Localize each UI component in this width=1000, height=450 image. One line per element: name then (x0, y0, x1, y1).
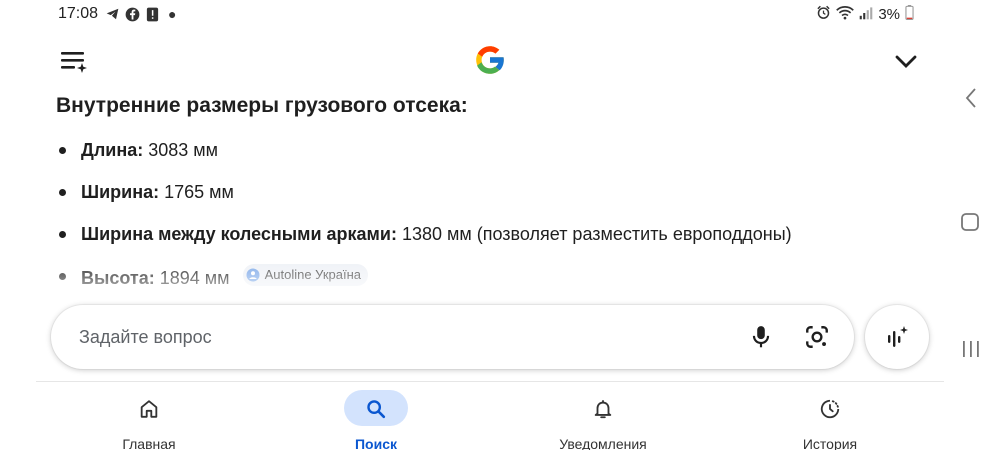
status-time: 17:08 (58, 5, 99, 22)
status-bar: 17:08 ● 3% (0, 0, 1000, 28)
screen: 17:08 ● 3% Внутренние размеры грузового … (0, 0, 1000, 450)
nav-label: Поиск (354, 436, 397, 450)
alarm-icon (816, 5, 831, 24)
google-logo (472, 42, 508, 78)
back-icon (965, 88, 976, 108)
bell-icon (594, 400, 612, 419)
telegram-icon (104, 6, 120, 22)
lens-search-button[interactable] (804, 324, 830, 350)
fact-label: Ширина: (81, 182, 160, 202)
nav-item-search[interactable]: Поиск (306, 388, 446, 450)
home-square-icon (961, 213, 979, 231)
list-item: Высота: 1894 мм Autoline Україна (56, 264, 936, 290)
fact-value: 3083 мм (148, 140, 219, 160)
collapse-button[interactable] (893, 50, 919, 72)
ai-mode-button[interactable] (865, 305, 929, 369)
search-placeholder: Задайте вопрос (79, 327, 212, 347)
bottom-nav: Главная Поиск Уведомления История (0, 384, 1000, 450)
ai-mode-icon (888, 326, 908, 347)
list-item: Ширина между колесными арками: 1380 мм (… (56, 222, 936, 246)
fact-value: 1765 мм (164, 182, 234, 202)
list-item: Ширина: 1765 мм (56, 180, 936, 204)
voice-search-button[interactable] (748, 324, 774, 350)
mic-icon (752, 326, 770, 348)
fact-value: 1380 мм (позволяет разместить европоддон… (401, 224, 792, 244)
search-input[interactable]: Задайте вопрос (51, 305, 854, 369)
search-icon (367, 400, 386, 419)
status-right: 3% (816, 5, 914, 24)
lens-icon (806, 326, 828, 348)
system-home-button[interactable] (960, 212, 980, 232)
answer-content: Внутренние размеры грузового отсека: Дли… (56, 88, 936, 300)
home-icon (140, 400, 158, 418)
signal-icon (859, 6, 873, 24)
divider (36, 381, 944, 382)
recents-icon (963, 341, 979, 357)
nav-item-history[interactable]: История (760, 388, 900, 450)
chevron-down-icon (895, 55, 917, 68)
nav-label: Главная (122, 436, 176, 450)
nav-label: Уведомления (559, 436, 647, 450)
history-menu-icon (61, 52, 87, 73)
fact-label: Ширина между колесными арками: (81, 224, 397, 244)
wifi-icon (836, 5, 855, 24)
battery-icon (905, 5, 914, 24)
history-menu-button[interactable] (60, 49, 88, 75)
facts-list: Длина: 3083 мм Ширина: 1765 мм Ширина ме… (56, 138, 936, 290)
notification-icons (104, 6, 160, 22)
source-name: Autoline Україна (264, 267, 362, 282)
history-icon (820, 399, 840, 419)
system-back-button[interactable] (962, 86, 980, 110)
system-recents-button[interactable] (960, 339, 982, 359)
fact-label: Высота: (81, 268, 155, 288)
nav-item-home[interactable]: Главная (79, 388, 219, 450)
nav-label: История (802, 436, 858, 450)
fact-label: Длина: (81, 140, 144, 160)
status-more-dot: ● (168, 6, 177, 22)
facebook-icon (124, 6, 140, 22)
nav-item-notifications[interactable]: Уведомления (533, 388, 673, 450)
answer-heading: Внутренние размеры грузового отсека: (56, 94, 468, 117)
battery-level: 3% (878, 6, 900, 23)
source-chip[interactable]: Autoline Україна (242, 264, 369, 286)
list-item: Длина: 3083 мм (56, 138, 936, 162)
source-icon (246, 268, 260, 282)
fact-value: 1894 мм (159, 268, 230, 288)
alert-icon (144, 6, 160, 22)
